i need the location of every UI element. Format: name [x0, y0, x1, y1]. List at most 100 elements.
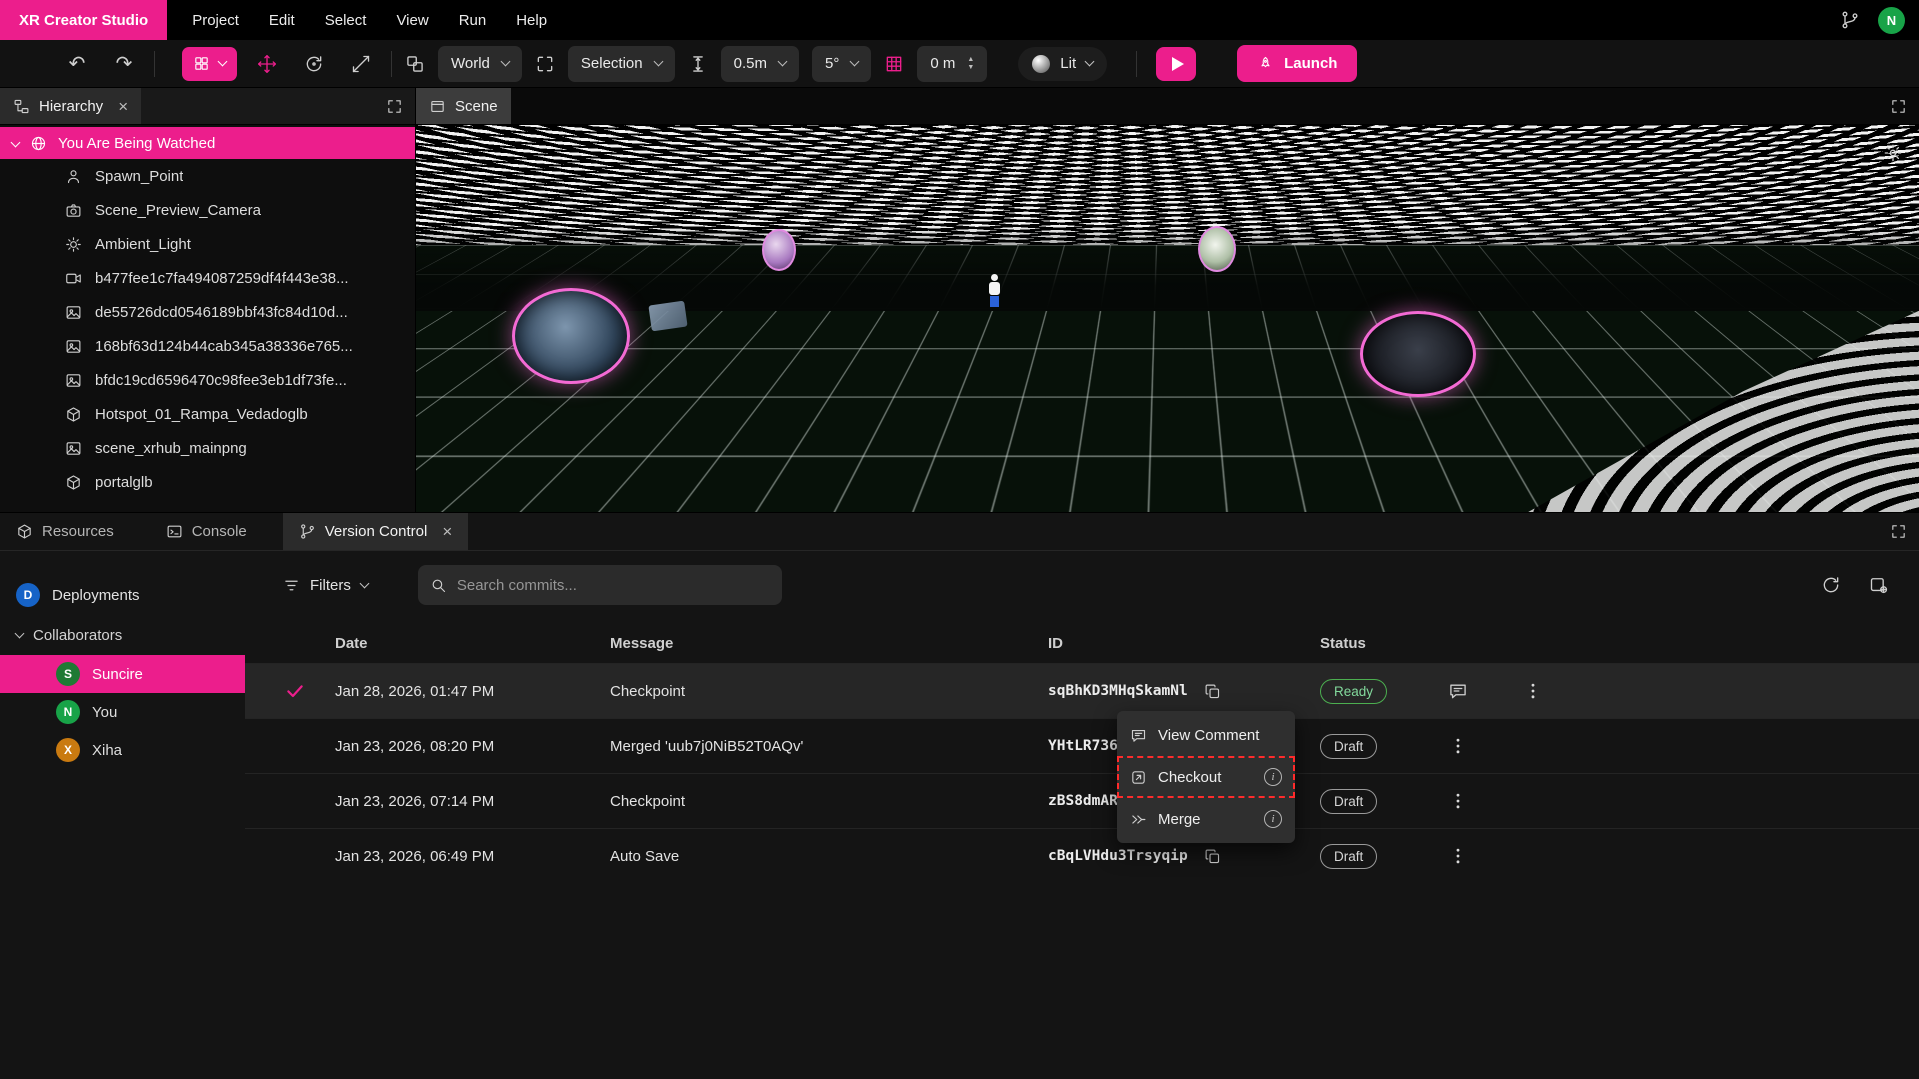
row-actions-button[interactable]: [1441, 839, 1475, 873]
rotate-snap-dropdown[interactable]: 5°: [812, 46, 871, 82]
orb-object-right[interactable]: [1198, 226, 1236, 272]
copy-id-icon[interactable]: [1204, 848, 1221, 865]
deployments-label: Deployments: [52, 587, 140, 604]
close-icon[interactable]: ×: [442, 523, 452, 540]
grid-height-stepper[interactable]: 0 m ▲ ▼: [917, 46, 987, 82]
commit-settings-icon[interactable]: [1869, 575, 1889, 595]
close-icon[interactable]: ×: [118, 98, 128, 115]
context-menu-item[interactable]: View Comment: [1117, 714, 1295, 756]
collaborator-item[interactable]: S Suncire: [0, 655, 245, 693]
version-control-icon[interactable]: [1840, 10, 1860, 30]
portal-object-left[interactable]: [512, 288, 630, 384]
menu-item[interactable]: Edit: [254, 12, 310, 29]
grid-snap-icon[interactable]: [884, 54, 904, 74]
search-commits-input[interactable]: [457, 577, 770, 594]
filters-button[interactable]: Filters: [283, 577, 368, 594]
expand-panel-icon[interactable]: [386, 98, 403, 115]
info-icon[interactable]: i: [1264, 810, 1282, 828]
hierarchy-item[interactable]: portalglb: [0, 465, 415, 499]
collaborator-avatar: S: [56, 662, 80, 686]
launch-label: Launch: [1284, 55, 1337, 72]
refresh-icon[interactable]: [1821, 575, 1841, 595]
commit-row[interactable]: Jan 23, 2026, 06:49 PM Auto Save cBqLVHd…: [245, 828, 1919, 883]
menu-item[interactable]: View: [381, 12, 443, 29]
row-actions-button[interactable]: [1441, 729, 1475, 763]
space-toggle-icon[interactable]: [405, 54, 425, 74]
info-icon[interactable]: i: [1264, 768, 1282, 786]
tab-version-control[interactable]: Version Control ×: [283, 513, 469, 550]
snap-move-icon[interactable]: [688, 54, 708, 74]
step-up-icon[interactable]: ▲: [967, 56, 974, 63]
menu-item[interactable]: Project: [177, 12, 254, 29]
tab-resources[interactable]: Resources: [0, 513, 130, 550]
world-space-dropdown[interactable]: World: [438, 46, 522, 82]
collaborator-item[interactable]: N You: [0, 693, 245, 731]
stepper-arrows[interactable]: ▲ ▼: [967, 56, 974, 71]
branch-icon: [299, 523, 316, 540]
tab-console[interactable]: Console: [150, 513, 263, 550]
expand-viewport-icon[interactable]: [1890, 98, 1907, 115]
sidebar-item-deployments[interactable]: D Deployments: [0, 575, 245, 615]
menu-item[interactable]: Select: [310, 12, 382, 29]
chevron-down-icon[interactable]: [11, 137, 21, 147]
rotate-icon: [304, 54, 324, 74]
scene-canvas[interactable]: [416, 125, 1919, 512]
menu-item[interactable]: Help: [501, 12, 562, 29]
portal-object-right[interactable]: [1360, 311, 1476, 397]
focus-selection-icon[interactable]: [535, 54, 555, 74]
scene-settings-gear-icon[interactable]: [1883, 143, 1903, 163]
launch-button[interactable]: Launch: [1237, 45, 1357, 82]
step-down-icon[interactable]: ▼: [967, 64, 974, 71]
move-tool-button[interactable]: [250, 47, 284, 81]
layout-button[interactable]: [182, 47, 237, 81]
menu-item[interactable]: Run: [444, 12, 502, 29]
hierarchy-item[interactable]: de55726dcd0546189bbf43fc84d10d...: [0, 295, 415, 329]
render-mode-dropdown[interactable]: Lit: [1018, 47, 1107, 81]
comment-button[interactable]: [1441, 674, 1475, 708]
scale-tool-button[interactable]: [344, 47, 378, 81]
hierarchy-item[interactable]: Spawn_Point: [0, 159, 415, 193]
rotate-tool-button[interactable]: [297, 47, 331, 81]
context-menu-item[interactable]: Checkout i: [1117, 756, 1295, 798]
status-badge: Draft: [1320, 844, 1377, 869]
chevron-down-icon: [15, 628, 25, 638]
floating-image-object[interactable]: [649, 301, 688, 332]
hierarchy-item[interactable]: scene_xrhub_mainpng: [0, 431, 415, 465]
commit-row[interactable]: Jan 23, 2026, 07:14 PM Checkpoint zBS8dm…: [245, 773, 1919, 828]
move-snap-dropdown[interactable]: 0.5m: [721, 46, 799, 82]
expand-bottom-panel-icon[interactable]: [1890, 523, 1907, 540]
tab-hierarchy[interactable]: Hierarchy ×: [0, 88, 141, 124]
hierarchy-item[interactable]: b477fee1c7fa494087259df4f443e38...: [0, 261, 415, 295]
user-avatar[interactable]: N: [1878, 7, 1905, 34]
selection-mode-dropdown[interactable]: Selection: [568, 46, 675, 82]
play-button[interactable]: [1156, 47, 1196, 81]
hierarchy-item[interactable]: Scene_Preview_Camera: [0, 193, 415, 227]
hierarchy-item[interactable]: bfdc19cd6596470c98fee3eb1df73fe...: [0, 363, 415, 397]
copy-id-icon[interactable]: [1204, 683, 1221, 700]
chevron-down-icon: [218, 57, 228, 67]
commits-area: Filters: [245, 551, 1919, 1079]
deployments-avatar: D: [16, 583, 40, 607]
collaborator-item[interactable]: X Xiha: [0, 731, 245, 769]
commit-row[interactable]: Jan 28, 2026, 01:47 PM Checkpoint sqBhKD…: [245, 663, 1919, 718]
commit-row[interactable]: Jan 23, 2026, 08:20 PM Merged 'uub7j0NiB…: [245, 718, 1919, 773]
orb-object-left[interactable]: [762, 229, 796, 271]
hierarchy-item[interactable]: 168bf63d124b44cab345a38336e765...: [0, 329, 415, 363]
search-box[interactable]: [418, 565, 782, 605]
row-actions-button[interactable]: [1516, 674, 1550, 708]
hierarchy-item[interactable]: Hotspot_01_Rampa_Vedadoglb: [0, 397, 415, 431]
hierarchy-item-label: Scene_Preview_Camera: [95, 202, 261, 219]
comment-icon: [1448, 681, 1468, 701]
hierarchy-item[interactable]: Ambient_Light: [0, 227, 415, 261]
context-menu-item-label: Checkout: [1158, 769, 1221, 786]
selection-mode-value: Selection: [581, 55, 643, 72]
hierarchy-root-item[interactable]: You Are Being Watched: [0, 127, 415, 159]
menu-bar: XR Creator Studio Project Edit Select Vi…: [0, 0, 1919, 40]
tab-scene[interactable]: Scene: [416, 88, 511, 124]
redo-button[interactable]: ↷: [107, 47, 141, 81]
undo-button[interactable]: ↶: [60, 47, 94, 81]
avatar-figure[interactable]: [987, 274, 1001, 307]
row-actions-button[interactable]: [1441, 784, 1475, 818]
sidebar-group-collaborators[interactable]: Collaborators: [0, 615, 245, 655]
context-menu-item[interactable]: Merge i: [1117, 798, 1295, 840]
